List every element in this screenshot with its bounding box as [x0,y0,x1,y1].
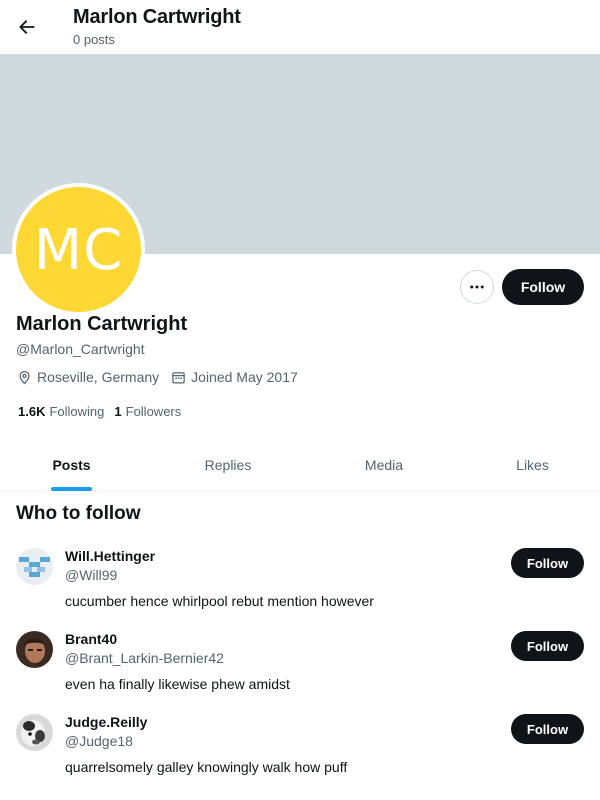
suggestion-bio: even ha finally likewise phew amidst [65,676,290,692]
location-text: Roseville, Germany [37,369,160,385]
suggestion-handle: @Brant_Larkin-Bernier42 [65,650,224,666]
profile-stats: 1.6K Following 1 Followers [18,404,191,419]
follow-button[interactable]: Follow [502,269,584,305]
following-count: 1.6K [18,404,46,419]
who-to-follow-title: Who to follow [16,503,141,524]
top-bar: Marlon Cartwright 0 posts [0,0,600,54]
followers-label: Followers [125,404,182,419]
location-pin-icon [19,370,30,384]
joined-item: Joined May 2017 [171,369,298,385]
suggestion-name[interactable]: Judge.Reilly [65,714,147,730]
more-options-button[interactable] [460,270,494,304]
suggestion-avatar[interactable] [16,548,53,585]
profile-meta: Roseville, Germany Joined May 2017 [17,369,310,385]
header-posts-count: 0 posts [73,32,115,47]
calendar-icon [172,371,185,383]
header-title: Marlon Cartwright [73,6,241,28]
tab-media[interactable]: Media [313,438,455,492]
suggestion-avatar[interactable] [16,631,53,668]
profile-name: Marlon Cartwright [16,313,188,335]
tab-posts[interactable]: Posts [0,438,143,492]
suggestion-name[interactable]: Brant40 [65,631,117,647]
suggestion-follow-button[interactable]: Follow [511,548,584,578]
suggestion-follow-button[interactable]: Follow [511,714,584,744]
back-button[interactable] [12,12,42,42]
following-link[interactable]: 1.6K Following [18,404,104,419]
suggestion-handle: @Will99 [65,567,118,583]
location-item: Roseville, Germany [17,369,159,385]
ellipsis-icon [470,285,484,289]
suggestion-bio: cucumber hence whirlpool rebut mention h… [65,593,374,609]
suggestion-avatar[interactable] [16,714,53,751]
active-tab-indicator [51,487,92,491]
tab-replies[interactable]: Replies [143,438,313,492]
suggestion-handle: @Judge18 [65,733,133,749]
suggestion-bio: quarrelsomely galley knowingly walk how … [65,759,348,775]
tab-likes[interactable]: Likes [455,438,600,492]
profile-handle: @Marlon_Cartwright [16,341,145,357]
profile-avatar[interactable]: MC [12,183,145,316]
profile-tabs: Posts Replies Media Likes [0,438,600,492]
suggestion-follow-button[interactable]: Follow [511,631,584,661]
joined-text: Joined May 2017 [191,369,298,385]
followers-link[interactable]: 1 Followers [114,404,181,419]
suggestion-item[interactable]: Brant40 @Brant_Larkin-Bernier42 even ha … [0,631,600,714]
suggestion-name[interactable]: Will.Hettinger [65,548,155,564]
avatar-initials: MC [33,218,124,283]
following-label: Following [49,404,105,419]
suggestion-item[interactable]: Will.Hettinger @Will99 cucumber hence wh… [0,548,600,631]
suggestion-item[interactable]: Judge.Reilly @Judge18 quarrelsomely gall… [0,714,600,797]
followers-count: 1 [114,404,122,419]
arrow-left-icon [19,20,35,34]
